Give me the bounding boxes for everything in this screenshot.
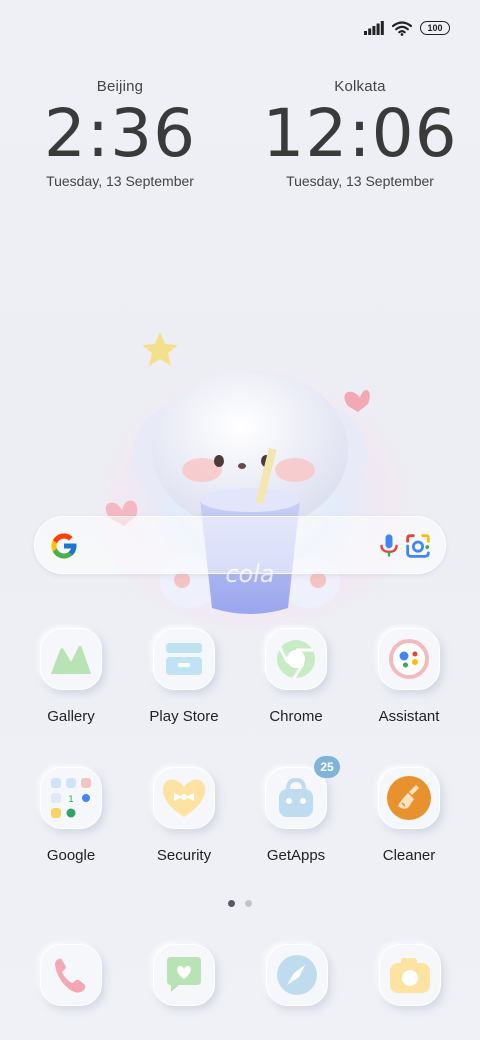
google-search-bar[interactable] [34,516,446,574]
mic-icon[interactable] [375,532,403,560]
phone-icon [40,944,102,1006]
app-security[interactable]: Security [129,767,239,864]
messages-icon [153,944,215,1006]
google-folder-icon: 1 [40,767,102,829]
dock-browser[interactable] [266,944,328,1006]
wifi-icon [392,20,412,36]
dock-phone[interactable] [40,944,102,1006]
app-gallery[interactable]: Gallery [16,628,126,725]
assistant-icon [378,628,440,690]
app-label: Gallery [47,708,95,725]
app-label: Chrome [269,708,323,725]
page-indicator [0,900,480,907]
page-dot-active [228,900,235,907]
app-label: Assistant [378,708,440,725]
chrome-icon [265,628,327,690]
svg-text:1: 1 [68,795,74,805]
dock-messages[interactable] [153,944,215,1006]
app-label: Play Store [149,708,219,725]
app-cleaner[interactable]: Cleaner [354,767,464,864]
clock-date: Tuesday, 13 September [286,173,434,189]
app-chrome[interactable]: Chrome [241,628,351,725]
dock-camera[interactable] [379,944,441,1006]
security-icon [153,767,215,829]
app-play-store[interactable]: Play Store [129,628,239,725]
google-lens-icon[interactable] [403,532,433,560]
page-dot [245,900,252,907]
wallpaper-puppy-illustration: cola [90,332,420,630]
clock-beijing[interactable]: Beijing 2:36 Tuesday, 13 September [20,78,220,189]
app-label: GetApps [266,847,326,864]
app-assistant[interactable]: Assistant [354,628,464,725]
getapps-icon: 25 [265,756,340,829]
status-bar: 100 [364,18,450,38]
app-label: Google [46,847,96,864]
folder-google[interactable]: 1 Google [16,767,126,864]
clock-city: Kolkata [334,78,386,95]
clock-time: 12:06 [262,95,458,172]
browser-icon [266,944,328,1006]
camera-icon [379,944,441,1006]
app-getapps[interactable]: 25 GetApps [241,756,351,864]
play-store-icon [153,628,215,690]
clock-time: 2:36 [43,95,197,172]
google-g-icon [51,533,77,559]
app-label: Cleaner [382,847,436,864]
notification-badge: 25 [314,756,340,778]
gallery-icon [40,628,102,690]
cleaner-icon [378,767,440,829]
signal-icon [364,21,384,35]
clock-city: Beijing [96,78,144,95]
app-label: Security [156,847,212,864]
clock-kolkata[interactable]: Kolkata 12:06 Tuesday, 13 September [260,78,460,189]
clock-date: Tuesday, 13 September [46,173,194,189]
battery-indicator: 100 [420,21,450,35]
